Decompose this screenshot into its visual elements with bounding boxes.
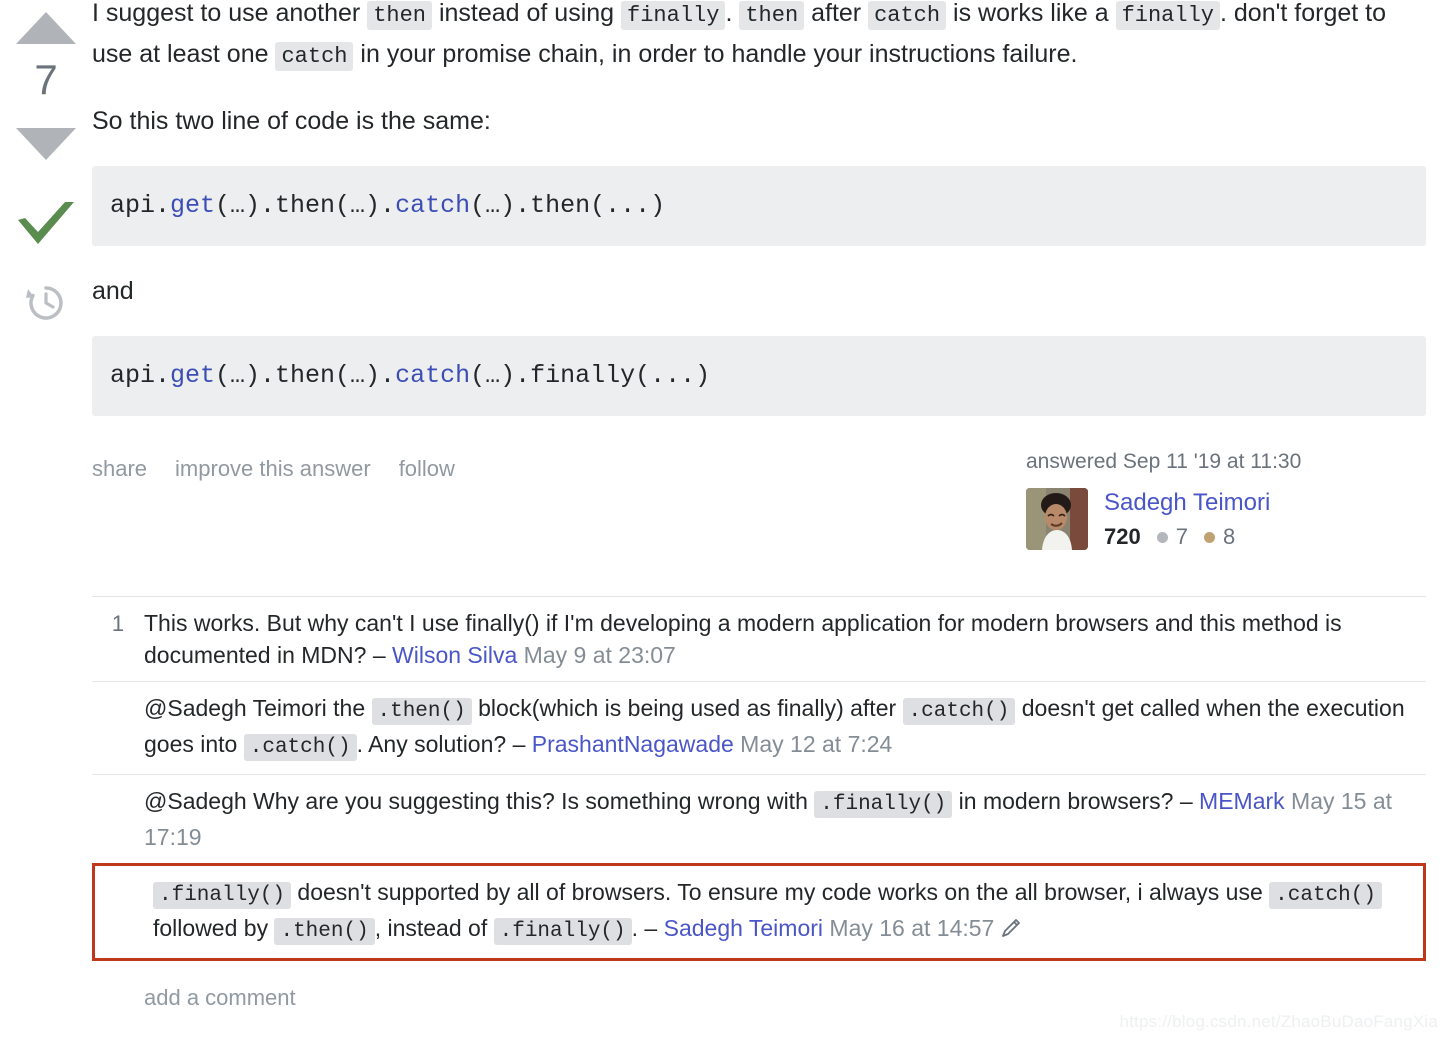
comment-row: 1 This works. But why can't I use finall… bbox=[92, 597, 1426, 682]
inline-code: then bbox=[367, 1, 432, 30]
inline-code: .catch() bbox=[1269, 882, 1382, 909]
user-details: Sadegh Teimori 720 7 8 bbox=[1104, 488, 1270, 550]
comment-score[interactable] bbox=[101, 876, 153, 880]
inline-code: finally bbox=[621, 1, 726, 30]
answer-paragraph-3: and bbox=[92, 277, 134, 305]
user-badges: 720 7 8 bbox=[1104, 524, 1270, 550]
comment-text: @Sadegh Teimori the bbox=[144, 695, 372, 721]
post-history-icon[interactable] bbox=[25, 282, 67, 324]
comment-dash: – bbox=[1179, 788, 1200, 814]
comment-body: .finally() doesn't supported by all of b… bbox=[153, 876, 1417, 948]
post-menu: share improve this answer follow bbox=[92, 450, 455, 482]
comment-date[interactable]: May 9 at 23:07 bbox=[517, 642, 676, 668]
code-fn-catch: catch bbox=[395, 191, 471, 220]
answer-body: I suggest to use another then instead of… bbox=[92, 0, 1426, 416]
user-reputation: 720 bbox=[1104, 524, 1141, 549]
post-actions-row: share improve this answer follow answere… bbox=[92, 450, 1426, 550]
comment-text: followed by bbox=[153, 915, 275, 941]
comment-row-highlighted: .finally() doesn't supported by all of b… bbox=[92, 863, 1426, 961]
text-seg: in your promise chain, in order to handl… bbox=[353, 40, 1078, 68]
comment-row: @Sadegh Teimori the .then() block(which … bbox=[92, 682, 1426, 775]
inline-code: .then() bbox=[274, 918, 375, 945]
vote-count: 7 bbox=[34, 56, 58, 103]
share-link[interactable]: share bbox=[92, 456, 147, 482]
comment-score[interactable]: 1 bbox=[92, 607, 144, 637]
inline-code: .catch() bbox=[902, 698, 1016, 725]
text-seg: instead of using bbox=[432, 0, 622, 27]
text-seg: . bbox=[725, 0, 740, 27]
improve-answer-link[interactable]: improve this answer bbox=[175, 456, 371, 482]
comments-list: 1 This works. But why can't I use finall… bbox=[92, 596, 1426, 1011]
inline-code: .then() bbox=[371, 698, 472, 725]
comment-dash: – bbox=[644, 915, 664, 941]
comment-author[interactable]: Sadegh Teimori bbox=[664, 915, 823, 941]
comment-text: doesn't supported by all of browsers. To… bbox=[291, 879, 1270, 905]
code-seg: (…).then(…). bbox=[215, 191, 396, 220]
inline-code: .finally() bbox=[814, 791, 953, 818]
comment-body: This works. But why can't I use finally(… bbox=[144, 607, 1426, 671]
silver-badge-count: 7 bbox=[1175, 524, 1188, 549]
comment-text: block(which is being used as finally) af… bbox=[471, 695, 903, 721]
bronze-badge-icon bbox=[1203, 531, 1215, 543]
code-fn-catch: catch bbox=[395, 361, 471, 390]
comment-author[interactable]: MEMark bbox=[1199, 788, 1285, 814]
code-fn-get: get bbox=[170, 361, 216, 390]
text-seg: after bbox=[804, 0, 869, 27]
inline-code: .catch() bbox=[243, 734, 357, 761]
comment-body: @Sadegh Why are you suggesting this? Is … bbox=[144, 785, 1426, 853]
bronze-badge-count: 8 bbox=[1222, 524, 1236, 549]
inline-code: .finally() bbox=[493, 918, 632, 945]
downvote-button[interactable] bbox=[16, 128, 76, 160]
user-card: answered Sep 11 '19 at 11:30 Sadegh Teim… bbox=[1026, 450, 1426, 550]
comment-text: , instead of bbox=[374, 915, 494, 941]
inline-code: .finally() bbox=[153, 882, 292, 909]
inline-code: finally bbox=[1115, 1, 1220, 30]
code-fn-get: get bbox=[170, 191, 216, 220]
follow-link[interactable]: follow bbox=[399, 456, 455, 482]
comment-row: @Sadegh Why are you suggesting this? Is … bbox=[92, 775, 1426, 864]
answered-timestamp: answered Sep 11 '19 at 11:30 bbox=[1026, 450, 1302, 473]
user-display-name[interactable]: Sadegh Teimori bbox=[1104, 488, 1270, 518]
post-cell: I suggest to use another then instead of… bbox=[92, 0, 1446, 1011]
avatar[interactable] bbox=[1026, 488, 1088, 550]
inline-code: then bbox=[739, 1, 805, 30]
comment-dash: – bbox=[512, 731, 532, 757]
watermark: https://blog.csdn.net/ZhaoBuDaoFangXia bbox=[1119, 1012, 1438, 1031]
upvote-button[interactable] bbox=[16, 12, 76, 44]
code-seg: api. bbox=[110, 191, 171, 220]
comment-dash: – bbox=[372, 642, 393, 668]
edit-pencil-icon[interactable] bbox=[1000, 915, 1022, 947]
comment-text: This works. But why can't I use finally(… bbox=[144, 610, 1342, 668]
accepted-answer-icon[interactable] bbox=[15, 200, 77, 252]
comment-date[interactable]: May 12 at 7:24 bbox=[734, 731, 892, 757]
code-seg: (…).then(...) bbox=[470, 191, 666, 220]
code-block-finally: api.get(…).then(…).catch(…).finally(...) bbox=[92, 336, 1426, 416]
code-block-then: api.get(…).then(…).catch(…).then(...) bbox=[92, 166, 1426, 246]
answer-container: 7 I suggest to use another then instead … bbox=[0, 0, 1446, 1011]
add-comment-link[interactable]: add a comment bbox=[92, 985, 1426, 1011]
inline-code: catch bbox=[275, 42, 354, 71]
comment-author[interactable]: PrashantNagawade bbox=[532, 731, 734, 757]
comment-text: in modern browsers? bbox=[952, 788, 1180, 814]
comment-score[interactable] bbox=[92, 785, 144, 789]
text-seg: is works like a bbox=[946, 0, 1116, 27]
user-row: Sadegh Teimori 720 7 8 bbox=[1026, 488, 1426, 550]
comment-date[interactable]: May 16 at 14:57 bbox=[823, 915, 994, 941]
comment-text: . Any solution? bbox=[356, 731, 513, 757]
comment-body: @Sadegh Teimori the .then() block(which … bbox=[144, 692, 1426, 764]
comment-text: @Sadegh Why are you suggesting this? Is … bbox=[144, 788, 815, 814]
text-seg: I suggest to use another bbox=[92, 0, 368, 27]
code-seg: (…).then(…). bbox=[215, 361, 396, 390]
code-seg: api. bbox=[110, 361, 171, 390]
comment-author[interactable]: Wilson Silva bbox=[392, 642, 517, 668]
answer-paragraph-2: So this two line of code is the same: bbox=[92, 107, 491, 135]
comment-text: . bbox=[631, 915, 645, 941]
comment-score[interactable] bbox=[92, 692, 144, 696]
code-seg: (…).finally(...) bbox=[470, 361, 711, 390]
vote-cell: 7 bbox=[0, 0, 92, 1011]
answer-paragraph-1: I suggest to use another then instead of… bbox=[92, 0, 1426, 76]
silver-badge-icon bbox=[1156, 531, 1168, 543]
inline-code: catch bbox=[868, 1, 947, 30]
